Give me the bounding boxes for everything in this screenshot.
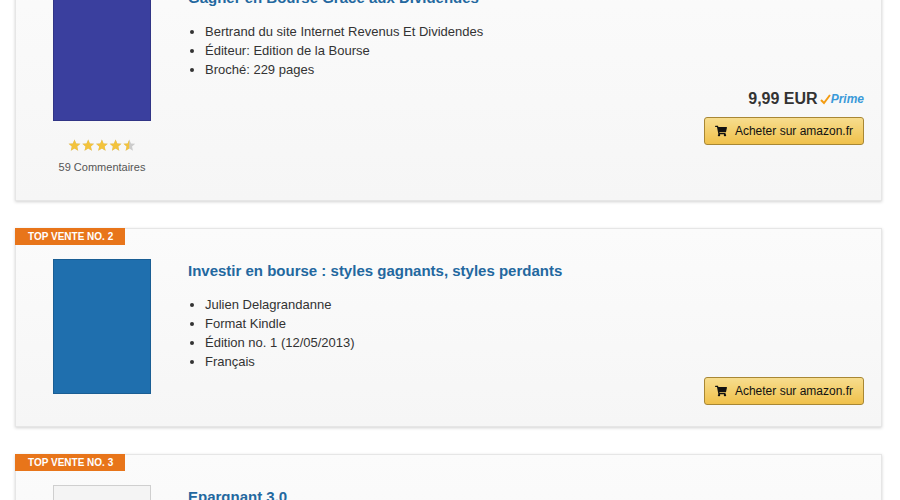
prime-logo: Prime: [820, 92, 864, 106]
product-card: TOP VENTE NO. 2 Investir en bourse : styl…: [15, 228, 882, 427]
cover-column: [31, 259, 173, 405]
product-info: Gagner en Bourse Grâce aux Dividendes Ber…: [188, 0, 864, 179]
book-cover[interactable]: [53, 485, 151, 500]
product-title[interactable]: Epargnant 3.0: [188, 488, 864, 500]
product-card: 59 Commentaires Gagner en Bourse Grâce au…: [15, 0, 882, 201]
cover-column: 59 Commentaires: [31, 0, 173, 179]
product-title[interactable]: Investir en bourse : styles gagnants, st…: [188, 262, 864, 280]
cart-icon: [715, 125, 727, 137]
product-card: TOP VENTE NO. 3 Epargnant 3.0: [15, 454, 882, 500]
button-row: Acheter sur amazon.fr: [188, 117, 864, 145]
book-cover[interactable]: [53, 0, 151, 121]
detail-item: Broché: 229 pages: [205, 60, 864, 79]
detail-item: Bertrand du site Internet Revenus Et Div…: [205, 22, 864, 41]
product-title[interactable]: Gagner en Bourse Grâce aux Dividendes: [188, 0, 864, 7]
cart-icon: [715, 385, 727, 397]
button-row: Acheter sur amazon.fr: [188, 377, 864, 405]
product-info: Epargnant 3.0: [188, 485, 864, 500]
cover-column: [31, 485, 173, 500]
detail-item: Format Kindle: [205, 314, 864, 333]
detail-item: Français: [205, 352, 864, 371]
price: 9,99 EUR: [748, 90, 817, 108]
buy-button[interactable]: Acheter sur amazon.fr: [704, 377, 864, 405]
check-icon: [820, 94, 831, 105]
product-info: Investir en bourse : styles gagnants, st…: [188, 259, 864, 405]
top-sale-badge: TOP VENTE NO. 3: [15, 454, 125, 471]
book-cover[interactable]: [53, 259, 151, 394]
top-sale-badge: TOP VENTE NO. 2: [15, 228, 125, 245]
detail-list: Julien DelagrandanneFormat KindleÉdition…: [188, 295, 864, 371]
prime-text: Prime: [831, 92, 864, 106]
price-row: 9,99 EUR Prime: [188, 89, 864, 109]
detail-list: Bertrand du site Internet Revenus Et Div…: [188, 22, 864, 79]
review-count[interactable]: 59 Commentaires: [59, 160, 146, 174]
buy-button[interactable]: Acheter sur amazon.fr: [704, 117, 864, 145]
detail-item: Éditeur: Edition de la Bourse: [205, 41, 864, 60]
detail-item: Édition no. 1 (12/05/2013): [205, 333, 864, 352]
product-list: 59 Commentaires Gagner en Bourse Grâce au…: [0, 0, 900, 500]
rating-stars-icon: [68, 139, 136, 152]
detail-item: Julien Delagrandanne: [205, 295, 864, 314]
